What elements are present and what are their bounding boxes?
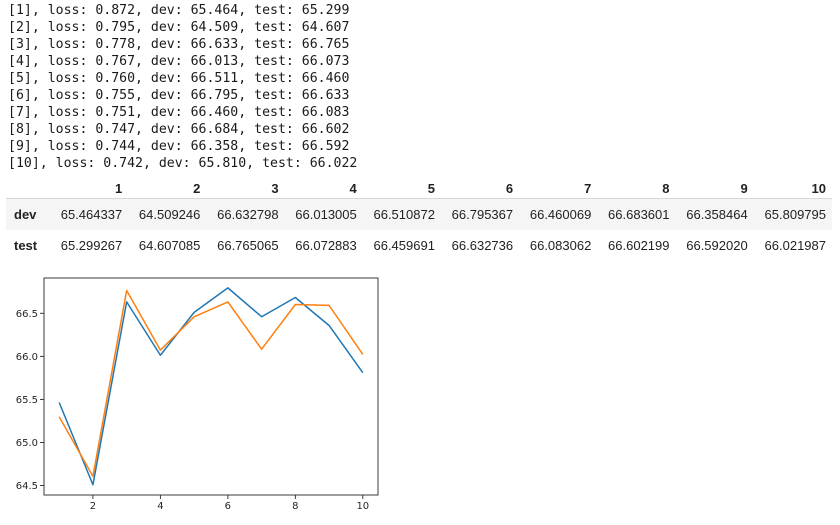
log-line: [4], loss: 0.767, dev: 66.013, test: 66.…: [8, 54, 350, 69]
table-cell: 66.083062: [529, 238, 592, 253]
x-tick-label: 4: [157, 501, 163, 512]
table-cell: 66.072883: [295, 238, 357, 253]
table-cell: 66.510872: [373, 207, 435, 222]
table-cell: 66.683601: [608, 207, 670, 222]
line-chart: 2 4 6 8 10 64.5 65.0 65.5 66.0 66.5: [16, 277, 379, 512]
log-line: [6], loss: 0.755, dev: 66.795, test: 66.…: [8, 88, 350, 103]
y-tick-label: 64.5: [16, 481, 38, 492]
table-cell: 66.460069: [529, 207, 592, 222]
table-cell: 64.509246: [138, 207, 201, 222]
table-cell: 65.809795: [764, 207, 826, 222]
table-cell: 66.358464: [686, 207, 748, 222]
x-tick-label: 8: [292, 501, 298, 512]
log-line: [9], loss: 0.744, dev: 66.358, test: 66.…: [8, 139, 350, 154]
table-cell: 66.765065: [217, 238, 279, 253]
table-cell: 66.592020: [686, 238, 748, 253]
y-tick-label: 65.5: [16, 395, 38, 406]
table-row-dev: dev 65.464337 64.509246 66.632798 66.013…: [6, 198, 832, 230]
table-header-row: 1 2 3 4 5 6 7 8 9 10: [6, 178, 832, 199]
table-row-test: test 65.299267 64.607085 66.765065 66.07…: [6, 230, 832, 261]
x-tick-label: 10: [356, 501, 369, 512]
log-line: [10], loss: 0.742, dev: 65.810, test: 66…: [8, 156, 358, 171]
column-header: 1: [50, 178, 129, 199]
index-header-cell: [6, 178, 50, 199]
plot-frame: [43, 277, 379, 496]
y-tick-label: 65.0: [16, 438, 38, 449]
y-tick-label: 66.0: [16, 352, 38, 363]
column-header: 7: [519, 178, 598, 199]
log-line: [8], loss: 0.747, dev: 66.684, test: 66.…: [8, 122, 350, 137]
table-cell: 65.299267: [60, 238, 123, 253]
table-cell: 64.607085: [138, 238, 201, 253]
row-label: test: [14, 238, 38, 253]
line-plot-output: 2 4 6 8 10 64.5 65.0 65.5 66.0 66.5: [0, 270, 400, 520]
row-label: dev: [14, 207, 37, 222]
table-cell: 66.013005: [295, 207, 357, 222]
column-header: 3: [206, 178, 285, 199]
log-line: [3], loss: 0.778, dev: 66.633, test: 66.…: [8, 37, 350, 52]
table-cell: 66.632798: [217, 207, 279, 222]
column-header: 5: [362, 178, 441, 199]
y-tick-label: 66.5: [16, 309, 38, 320]
log-line: [7], loss: 0.751, dev: 66.460, test: 66.…: [8, 105, 350, 120]
training-log-output: [1], loss: 0.872, dev: 65.464, test: 65.…: [8, 2, 357, 172]
log-line: [1], loss: 0.872, dev: 65.464, test: 65.…: [8, 3, 350, 18]
x-tick-label: 2: [90, 501, 96, 512]
table-cell: 66.602199: [608, 238, 670, 253]
log-line: [5], loss: 0.760, dev: 66.511, test: 66.…: [8, 71, 350, 86]
column-header: 10: [753, 178, 832, 199]
log-line: [2], loss: 0.795, dev: 64.509, test: 64.…: [8, 20, 350, 35]
column-header: 8: [597, 178, 676, 199]
table-cell: 66.632736: [451, 238, 514, 253]
table-cell: 66.021987: [764, 238, 826, 253]
results-dataframe: 1 2 3 4 5 6 7 8 9 10 dev 65.464337 64.50…: [6, 178, 832, 261]
column-header: 6: [440, 178, 520, 199]
table-cell: 66.795367: [451, 207, 514, 222]
column-header: 9: [675, 178, 754, 199]
column-header: 2: [128, 178, 207, 199]
table-cell: 66.459691: [373, 238, 435, 253]
table-cell: 65.464337: [60, 207, 123, 222]
x-tick-label: 6: [225, 501, 231, 512]
column-header: 4: [284, 178, 363, 199]
